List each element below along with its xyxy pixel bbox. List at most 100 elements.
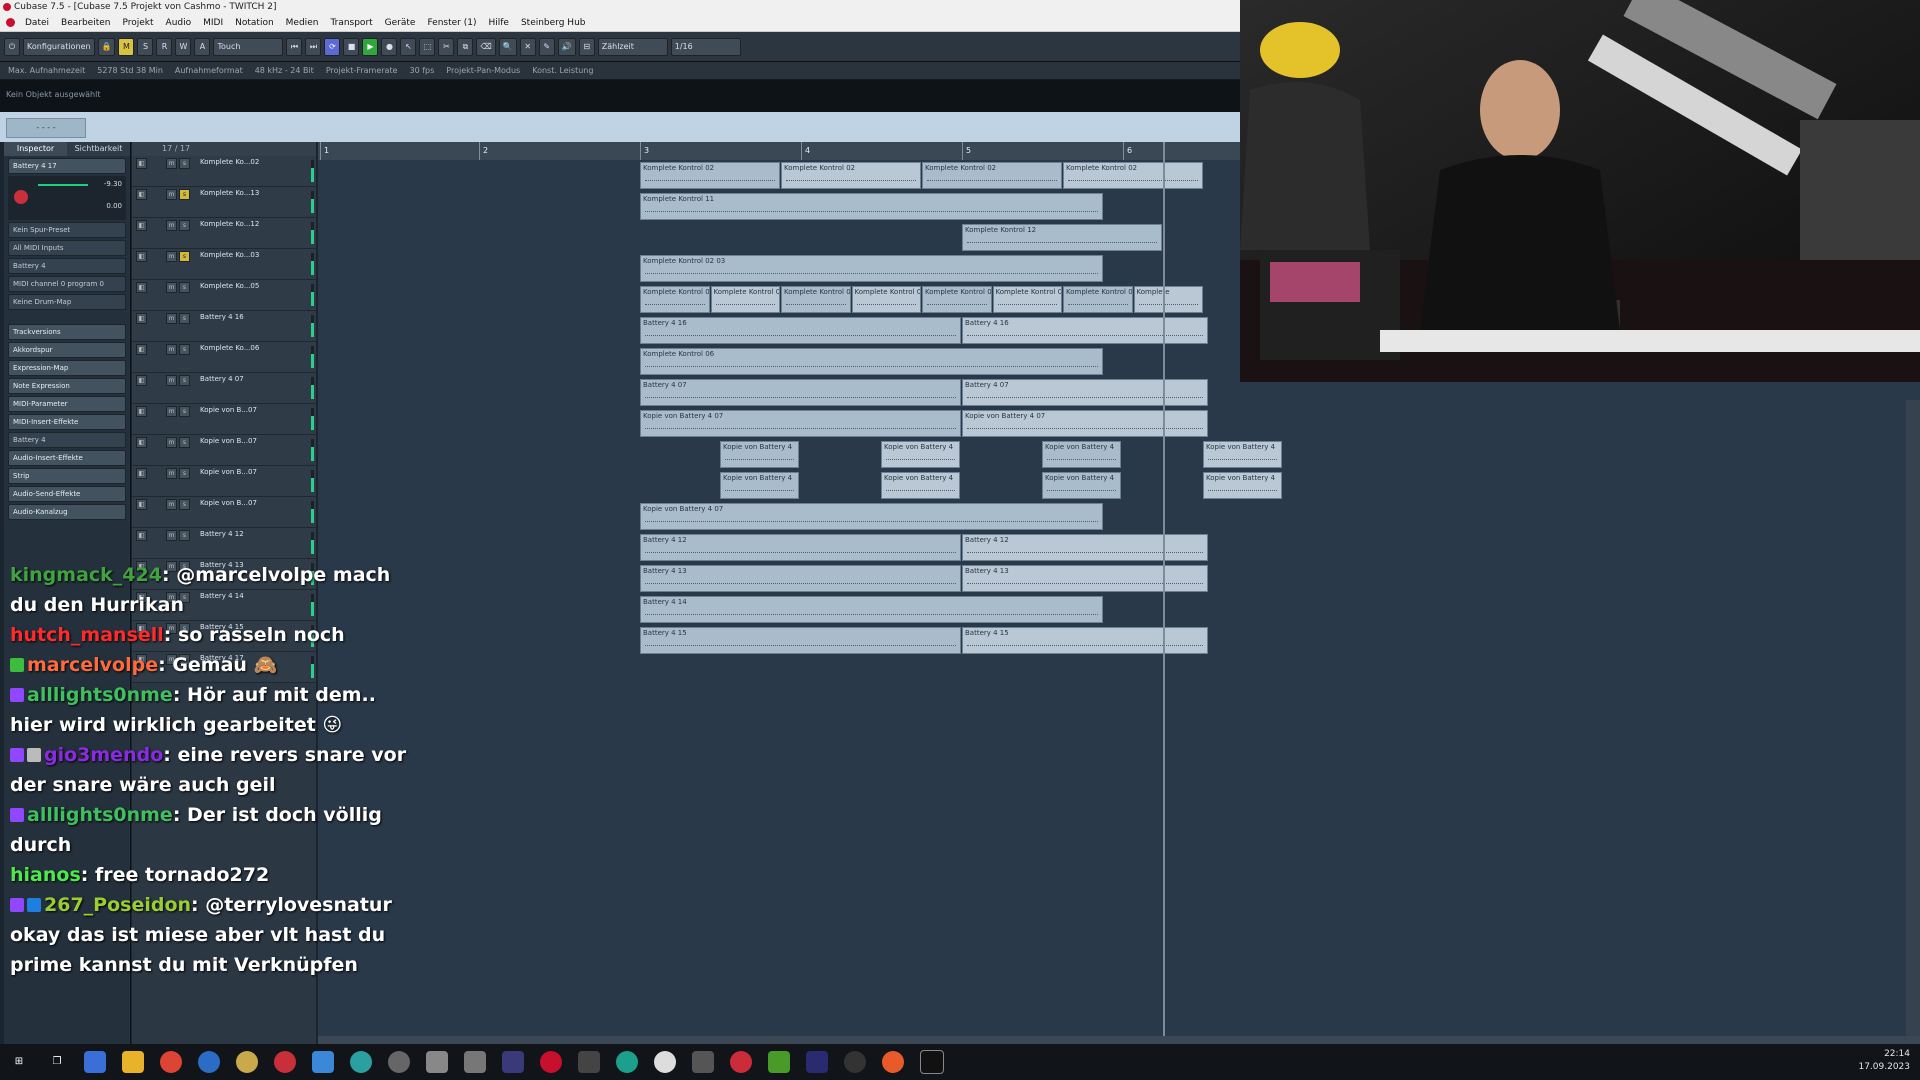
track-row[interactable]: ◧ m s Kopie von B...07 — [132, 497, 316, 528]
track-row[interactable]: ◧ m s Komplete Ko...02 — [132, 156, 316, 187]
speaker-tool-icon[interactable]: 🔊 — [557, 37, 576, 56]
track-name[interactable]: Komplete Ko...06 — [200, 344, 259, 352]
stop-button[interactable]: ■ — [343, 37, 360, 56]
event-clip[interactable]: Kopie von Battery 4 — [1042, 441, 1121, 468]
chat-username[interactable]: 267_Poseidon — [44, 894, 191, 916]
draw-tool-icon[interactable]: ✎ — [538, 37, 555, 56]
track-name[interactable]: Komplete Ko...03 — [200, 251, 259, 259]
solo-button[interactable]: s — [179, 468, 190, 479]
goto-end-icon[interactable]: ⏭ — [305, 37, 322, 56]
track-preset[interactable]: Kein Spur-Preset — [8, 222, 126, 238]
zoom-tool-icon[interactable]: 🔍 — [498, 37, 517, 56]
track-edit-icon[interactable]: ◧ — [136, 530, 147, 541]
lock-icon[interactable]: 🔒 — [97, 37, 116, 56]
track-name[interactable]: Komplete Ko...02 — [200, 158, 259, 166]
track-edit-icon[interactable]: ◧ — [136, 251, 147, 262]
activate-project-button[interactable]: ⏻ — [4, 37, 20, 56]
track-edit-icon[interactable]: ◧ — [136, 313, 147, 324]
mute-button[interactable]: m — [166, 158, 177, 169]
midi-output[interactable]: Battery 4 — [8, 258, 126, 274]
section-midi-inserts[interactable]: MIDI-Insert-Effekte — [8, 414, 126, 430]
windows-start-icon[interactable]: ⊞ — [8, 1051, 30, 1073]
track-name[interactable]: Battery 4 07 — [200, 375, 244, 383]
solo-state-button[interactable]: S — [137, 37, 154, 56]
menu-midi[interactable]: MIDI — [197, 18, 229, 28]
app-icon[interactable] — [502, 1051, 524, 1073]
chat-username[interactable]: hianos — [10, 864, 81, 886]
event-clip[interactable]: Komplete Kontrol 02 — [1063, 162, 1203, 189]
track-lane[interactable]: Battery 4 15 Battery 4 15 — [318, 625, 1920, 656]
menu-transport[interactable]: Transport — [324, 18, 378, 28]
obs-icon[interactable] — [388, 1051, 410, 1073]
event-clip[interactable]: Kopie von Battery 4 — [720, 472, 799, 499]
event-clip[interactable]: Kopie von Battery 4 07 — [962, 410, 1208, 437]
mute-button[interactable]: m — [166, 189, 177, 200]
app-icon[interactable] — [768, 1051, 790, 1073]
event-clip[interactable]: Kopie von Battery 4 — [1203, 472, 1282, 499]
section-strip[interactable]: Strip — [8, 468, 126, 484]
system-clock[interactable]: 22:14 17.09.2023 — [1858, 1048, 1910, 1074]
app-icon[interactable] — [350, 1051, 372, 1073]
event-clip[interactable]: Kopie von Battery 4 07 — [640, 503, 1103, 530]
solo-button[interactable]: s — [179, 375, 190, 386]
mute-tool-icon[interactable]: ✕ — [519, 37, 536, 56]
event-clip[interactable]: Komplete Kontrol 0 — [992, 286, 1062, 313]
track-row[interactable]: ◧ m s Kopie von B...07 — [132, 435, 316, 466]
track-name[interactable]: Battery 4 12 — [200, 530, 244, 538]
menu-fenster[interactable]: Fenster (1) — [421, 18, 482, 28]
mute-button[interactable]: m — [166, 530, 177, 541]
track-edit-icon[interactable]: ◧ — [136, 220, 147, 231]
track-row[interactable]: ◧ m s Kopie von B...07 — [132, 466, 316, 497]
event-clip[interactable]: Battery 4 16 — [962, 317, 1208, 344]
track-edit-icon[interactable]: ◧ — [136, 499, 147, 510]
app-icon[interactable] — [578, 1051, 600, 1073]
track-edit-icon[interactable]: ◧ — [136, 375, 147, 386]
event-clip[interactable]: Komplete Kontrol 0 — [851, 286, 921, 313]
midi-channel[interactable]: MIDI channel 0 program 0 — [8, 276, 126, 292]
app-icon[interactable] — [236, 1051, 258, 1073]
event-clip[interactable]: Komplete — [1133, 286, 1203, 313]
menu-notation[interactable]: Notation — [229, 18, 280, 28]
menu-medien[interactable]: Medien — [280, 18, 325, 28]
timeline-ruler[interactable]: 1 2 3 4 5 6 — [318, 142, 1240, 161]
app-icon[interactable] — [426, 1051, 448, 1073]
mute-button[interactable]: m — [166, 251, 177, 262]
section-midi-parameter[interactable]: MIDI-Parameter — [8, 396, 126, 412]
event-clip[interactable]: Komplete Kontrol 11 — [640, 193, 1103, 220]
browser-icon[interactable] — [198, 1051, 220, 1073]
track-row[interactable]: ◧ m s Komplete Ko...06 — [132, 342, 316, 373]
automation-panel-button[interactable]: A — [194, 37, 211, 56]
track-row[interactable]: ◧ m s Komplete Ko...05 — [132, 280, 316, 311]
track-row[interactable]: ◧ m s Komplete Ko...03 — [132, 249, 316, 280]
app-icon[interactable] — [882, 1051, 904, 1073]
track-name[interactable]: Kopie von B...07 — [200, 499, 257, 507]
mute-button[interactable]: m — [166, 468, 177, 479]
event-clip[interactable]: Battery 4 07 — [640, 379, 961, 406]
track-edit-icon[interactable]: ◧ — [136, 406, 147, 417]
pan-value[interactable]: 0.00 — [106, 202, 122, 210]
section-trackversions[interactable]: Trackversions — [8, 324, 126, 340]
event-clip[interactable]: Battery 4 15 — [962, 627, 1208, 654]
solo-button[interactable]: s — [179, 499, 190, 510]
section-note-expression[interactable]: Note Expression — [8, 378, 126, 394]
track-name[interactable]: Komplete Ko...12 — [200, 220, 259, 228]
track-row[interactable]: ◧ m s Battery 4 16 — [132, 311, 316, 342]
event-clip[interactable]: Battery 4 14 — [640, 596, 1103, 623]
track-edit-icon[interactable]: ◧ — [136, 189, 147, 200]
snap-icon[interactable]: ⊟ — [578, 37, 595, 56]
solo-button[interactable]: s — [179, 220, 190, 231]
menu-hilfe[interactable]: Hilfe — [482, 18, 514, 28]
inspector-track-name[interactable]: Battery 4 17 — [8, 158, 126, 174]
chat-username[interactable]: kingmack_424 — [10, 564, 162, 586]
goto-start-icon[interactable]: ⏮ — [286, 37, 303, 56]
track-name[interactable]: Kopie von B...07 — [200, 437, 257, 445]
info-framerate-value[interactable]: 30 fps — [410, 66, 435, 75]
menu-datei[interactable]: Datei — [19, 18, 55, 28]
event-clip[interactable]: Kopie von Battery 4 — [1203, 441, 1282, 468]
app-icon[interactable] — [464, 1051, 486, 1073]
horizontal-scrollbar[interactable] — [318, 1036, 1920, 1044]
app-icon[interactable] — [844, 1051, 866, 1073]
section-chord-track[interactable]: Akkordspur — [8, 342, 126, 358]
event-clip[interactable]: Battery 4 13 — [962, 565, 1208, 592]
event-clip[interactable]: Komplete Kontrol 02 03 — [640, 255, 1103, 282]
